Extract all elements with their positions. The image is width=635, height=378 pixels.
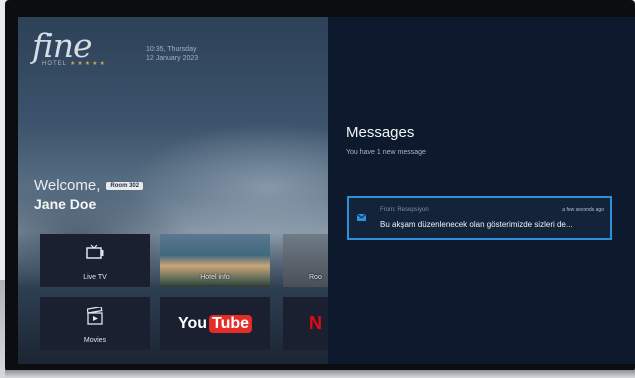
tile-netflix[interactable]: N (283, 297, 328, 350)
tile-room[interactable]: Roo (283, 234, 328, 287)
messages-title: Messages (346, 124, 415, 141)
message-preview: Bu akşam düzenlenecek olan gösterimizde … (380, 220, 573, 229)
date-text: 12 January 2023 (146, 55, 199, 62)
logo-wordmark: fine (32, 26, 93, 65)
envelope-icon (357, 214, 366, 221)
tv-screen: fine HOTEL ★★★★★ 10:35, Thursday 12 Janua… (18, 17, 635, 364)
logo-subtitle: HOTEL ★★★★★ (42, 60, 107, 67)
netflix-logo: N (309, 313, 322, 333)
tile-live-tv[interactable]: Live TV (40, 234, 150, 287)
time-text: 10:35, Thursday (146, 46, 197, 53)
welcome-block: Welcome, Room 302 Jane Doe (34, 177, 144, 212)
youtube-you: You (177, 314, 207, 332)
message-from: From: Resepsiyon (380, 207, 429, 213)
youtube-logo: You Tube (177, 314, 253, 333)
logo-hotel-text: HOTEL (42, 61, 68, 67)
message-item[interactable]: From: Resepsiyon a few seconds ago Bu ak… (347, 196, 612, 240)
tile-label: Live TV (83, 274, 107, 281)
tile-label: Roo (309, 274, 322, 281)
clapperboard-icon (87, 307, 103, 325)
messages-panel: Messages You have 1 new message From: Re… (328, 17, 635, 364)
tv-icon (86, 244, 104, 259)
room-badge: Room 302 (106, 181, 144, 190)
tile-label: Hotel info (200, 274, 230, 281)
hotel-logo: fine HOTEL ★★★★★ (32, 26, 107, 68)
clock: 10:35, Thursday 12 January 2023 (146, 45, 198, 63)
messages-subtitle: You have 1 new message (346, 149, 426, 156)
guest-name: Jane Doe (34, 196, 97, 212)
youtube-tube: Tube (209, 314, 253, 333)
tile-movies[interactable]: Movies (40, 297, 150, 350)
message-time: a few seconds ago (562, 207, 604, 213)
welcome-label: Welcome, (34, 177, 101, 194)
tv-stand-edge (5, 370, 635, 378)
tile-youtube[interactable]: You Tube (160, 297, 270, 350)
logo-stars: ★★★★★ (70, 61, 107, 67)
tile-hotel-info[interactable]: Hotel info (160, 234, 270, 287)
tile-label: Movies (83, 337, 107, 344)
